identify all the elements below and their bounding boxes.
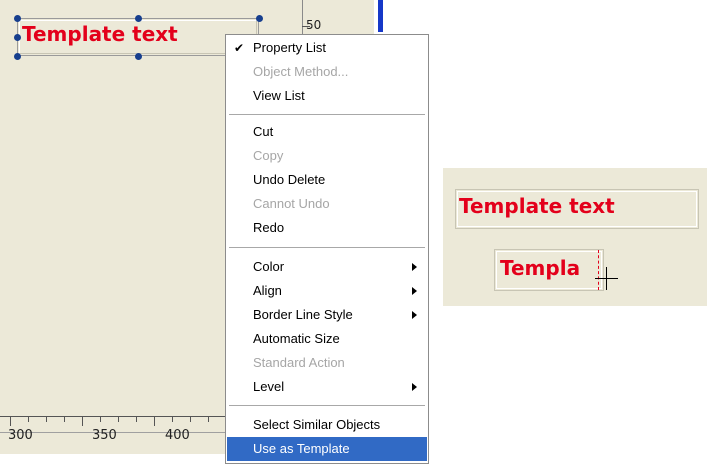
menu-item-level[interactable]: Level bbox=[227, 375, 427, 399]
ruler-label-350: 350 bbox=[92, 428, 117, 443]
submenu-arrow-icon bbox=[412, 263, 417, 271]
vertical-ruler-label: 50 bbox=[306, 18, 322, 32]
vertical-scrollbar[interactable] bbox=[378, 0, 383, 32]
menu-separator bbox=[229, 247, 425, 248]
ruler-label-300: 300 bbox=[8, 428, 33, 443]
ruler-tick bbox=[154, 417, 155, 426]
context-menu: ✔ Property List Object Method... View Li… bbox=[225, 34, 429, 464]
checkmark-icon: ✔ bbox=[234, 41, 245, 55]
menu-separator bbox=[229, 405, 425, 406]
menu-item-property-list[interactable]: ✔ Property List bbox=[227, 36, 427, 60]
menu-item-align[interactable]: Align bbox=[227, 279, 427, 303]
template-text-label: Template text bbox=[22, 22, 178, 46]
selection-handle[interactable] bbox=[135, 53, 142, 60]
menu-item-object-method: Object Method... bbox=[253, 64, 349, 79]
menu-item-automatic-size[interactable]: Automatic Size bbox=[227, 327, 427, 351]
vertical-ruler-line bbox=[302, 0, 303, 34]
ruler-tick bbox=[118, 417, 119, 422]
ruler-tick bbox=[82, 417, 83, 426]
ruler-label-400: 400 bbox=[165, 428, 190, 443]
submenu-arrow-icon bbox=[412, 287, 417, 295]
horizontal-ruler-border bbox=[0, 432, 240, 433]
menu-item-redo[interactable]: Redo bbox=[227, 216, 427, 240]
menu-item-color[interactable]: Color bbox=[227, 255, 427, 279]
ruler-tick bbox=[46, 417, 47, 422]
menu-item-copy: Copy bbox=[253, 148, 284, 163]
horizontal-ruler-line bbox=[0, 416, 260, 417]
ruler-tick bbox=[28, 417, 29, 422]
ruler-tick bbox=[136, 417, 137, 422]
menu-item-border-line-style[interactable]: Border Line Style bbox=[227, 303, 427, 327]
menu-item-undo-delete[interactable]: Undo Delete bbox=[227, 168, 427, 192]
ruler-tick bbox=[172, 417, 173, 422]
template-preview-text: Template text bbox=[459, 194, 615, 218]
ruler-tick bbox=[10, 417, 11, 426]
ruler-tick bbox=[100, 417, 101, 422]
drawing-edge-dashed-line bbox=[598, 250, 599, 290]
menu-separator bbox=[229, 114, 425, 115]
crosshair-cursor-icon bbox=[606, 267, 607, 290]
template-drawing-text: Templa bbox=[500, 256, 581, 280]
selection-handle[interactable] bbox=[135, 15, 142, 22]
selection-handle[interactable] bbox=[14, 15, 21, 22]
selection-handle[interactable] bbox=[14, 34, 21, 41]
submenu-arrow-icon bbox=[412, 311, 417, 319]
menu-item-use-as-template[interactable]: Use as Template bbox=[227, 437, 427, 461]
selection-handle[interactable] bbox=[256, 15, 263, 22]
menu-item-select-similar-objects[interactable]: Select Similar Objects bbox=[227, 413, 427, 437]
ruler-tick bbox=[208, 417, 209, 422]
menu-item-standard-action: Standard Action bbox=[253, 355, 345, 370]
menu-item-cannot-undo: Cannot Undo bbox=[253, 196, 330, 211]
ruler-tick bbox=[190, 417, 191, 422]
menu-item-cut[interactable]: Cut bbox=[227, 120, 427, 144]
submenu-arrow-icon bbox=[412, 383, 417, 391]
menu-item-view-list[interactable]: View List bbox=[227, 84, 427, 108]
ruler-tick bbox=[64, 417, 65, 422]
selection-handle[interactable] bbox=[14, 53, 21, 60]
